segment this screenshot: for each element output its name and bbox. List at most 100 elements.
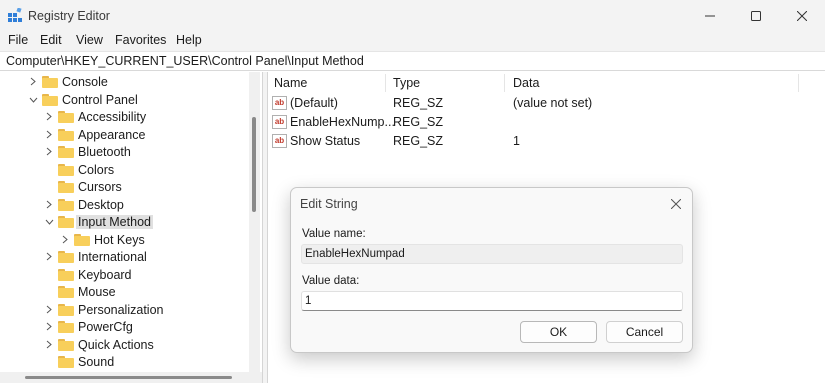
folder-icon — [58, 250, 74, 263]
tree-item-label: Accessibility — [78, 109, 147, 124]
cancel-button[interactable]: Cancel — [606, 321, 683, 343]
title-bar: Registry Editor — [0, 0, 825, 31]
menu-file[interactable]: File — [8, 33, 28, 47]
folder-icon — [58, 145, 74, 158]
folder-icon — [58, 355, 74, 368]
tree-item-console[interactable]: Console — [28, 73, 108, 90]
tree-item-cursors[interactable]: Cursors — [44, 178, 122, 195]
tree-item-input-method[interactable]: Input Method — [44, 213, 153, 230]
folder-icon — [58, 268, 74, 281]
tree-item-bluetooth[interactable]: Bluetooth — [44, 143, 131, 160]
tree-item-label: Console — [62, 74, 108, 89]
tree-item-desktop[interactable]: Desktop — [44, 196, 124, 213]
value-name-field[interactable] — [301, 244, 683, 264]
tree-item-label: Cursors — [78, 179, 122, 194]
chevron-right-icon[interactable] — [44, 143, 54, 160]
tree-item-label: Desktop — [78, 197, 124, 212]
menu-edit[interactable]: Edit — [40, 33, 62, 47]
chevron-right-icon[interactable] — [44, 301, 54, 318]
dialog-title: Edit String — [300, 197, 358, 211]
folder-icon — [58, 163, 74, 176]
close-window-button[interactable] — [779, 0, 825, 31]
folder-icon — [58, 110, 74, 123]
tree-item-hot-keys[interactable]: Hot Keys — [60, 231, 145, 248]
string-value-icon: ab — [272, 115, 287, 129]
chevron-right-icon[interactable] — [44, 126, 54, 143]
tree-vertical-scroll-thumb[interactable] — [252, 117, 256, 212]
folder-icon — [58, 320, 74, 333]
tree-item-keyboard[interactable]: Keyboard — [44, 266, 132, 283]
maximize-icon — [751, 10, 761, 21]
string-value-icon: ab — [272, 96, 287, 110]
tree-item-mouse[interactable]: Mouse — [44, 283, 116, 300]
column-header-type[interactable]: Type — [393, 76, 420, 90]
tree-item-colors[interactable]: Colors — [44, 161, 114, 178]
tree-item-label: Sound — [78, 354, 115, 369]
menu-help[interactable]: Help — [176, 33, 202, 47]
tree-item-label: Personalization — [78, 302, 164, 317]
column-header-data[interactable]: Data — [513, 76, 539, 90]
chevron-right-icon[interactable] — [44, 248, 54, 265]
chevron-right-icon[interactable] — [44, 336, 54, 353]
value-type: REG_SZ — [393, 96, 444, 110]
menu-favorites[interactable]: Favorites — [115, 33, 166, 47]
address-path[interactable]: Computer\HKEY_CURRENT_USER\Control Panel… — [6, 54, 364, 68]
folder-icon — [58, 180, 74, 193]
tree-item-accessibility[interactable]: Accessibility — [44, 108, 146, 125]
tree-item-international[interactable]: International — [44, 248, 147, 265]
tree-item-label: PowerCfg — [78, 319, 133, 334]
value-data-label: Value data: — [302, 275, 360, 287]
registry-icon — [8, 8, 22, 22]
folder-icon — [58, 215, 74, 228]
value-name: Show Status — [290, 134, 361, 148]
close-icon — [797, 10, 807, 21]
folder-icon — [74, 233, 90, 246]
maximize-button[interactable] — [733, 0, 779, 31]
tree-item-label: Bluetooth — [78, 144, 131, 159]
folder-icon — [58, 128, 74, 141]
minimize-button[interactable] — [687, 0, 733, 31]
chevron-right-icon[interactable] — [44, 108, 54, 125]
list-row[interactable]: ab (Default) REG_SZ (value not set) — [268, 94, 808, 113]
column-separator[interactable] — [504, 74, 505, 92]
folder-icon — [58, 285, 74, 298]
ok-button[interactable]: OK — [520, 321, 597, 343]
value-type: REG_SZ — [393, 134, 444, 148]
chevron-right-icon[interactable] — [60, 231, 70, 248]
chevron-down-icon[interactable] — [28, 91, 38, 108]
column-header-name[interactable]: Name — [274, 76, 307, 90]
menu-view[interactable]: View — [76, 33, 103, 47]
menu-bar: File Edit View Favorites Help — [0, 31, 825, 51]
minimize-icon — [705, 15, 715, 16]
tree-horizontal-scroll-thumb[interactable] — [25, 376, 232, 379]
window-title: Registry Editor — [28, 9, 110, 23]
value-data-field[interactable] — [301, 291, 683, 311]
tree-item-control-panel[interactable]: Control Panel — [28, 91, 138, 108]
tree-item-label: Control Panel — [62, 92, 138, 107]
tree-item-sound[interactable]: Sound — [44, 353, 114, 370]
chevron-right-icon[interactable] — [28, 73, 38, 90]
column-separator[interactable] — [798, 74, 799, 92]
tree-item-appearance[interactable]: Appearance — [44, 126, 145, 143]
list-row[interactable]: ab EnableHexNump... REG_SZ — [268, 113, 808, 132]
tree-item-label: Appearance — [78, 127, 146, 142]
value-name-label: Value name: — [302, 228, 366, 240]
dialog-close-button[interactable] — [667, 195, 685, 213]
chevron-right-icon[interactable] — [44, 196, 54, 213]
tree-item-quick-actions[interactable]: Quick Actions — [44, 336, 154, 353]
chevron-right-icon[interactable] — [44, 318, 54, 335]
folder-icon — [58, 303, 74, 316]
folder-icon — [42, 93, 58, 106]
string-value-icon: ab — [272, 134, 287, 148]
tree-item-label: Hot Keys — [94, 232, 145, 247]
tree-item-personalization[interactable]: Personalization — [44, 301, 163, 318]
column-separator[interactable] — [385, 74, 386, 92]
list-row[interactable]: ab Show Status REG_SZ 1 — [268, 132, 808, 151]
tree-item-powercfg[interactable]: PowerCfg — [44, 318, 133, 335]
value-data: (value not set) — [513, 96, 593, 110]
folder-icon — [42, 75, 58, 88]
tree-item-label: Keyboard — [78, 267, 132, 282]
tree-item-label: Input Method — [76, 214, 153, 229]
address-bar[interactable]: Computer\HKEY_CURRENT_USER\Control Panel… — [0, 51, 825, 71]
chevron-down-icon[interactable] — [44, 213, 54, 230]
